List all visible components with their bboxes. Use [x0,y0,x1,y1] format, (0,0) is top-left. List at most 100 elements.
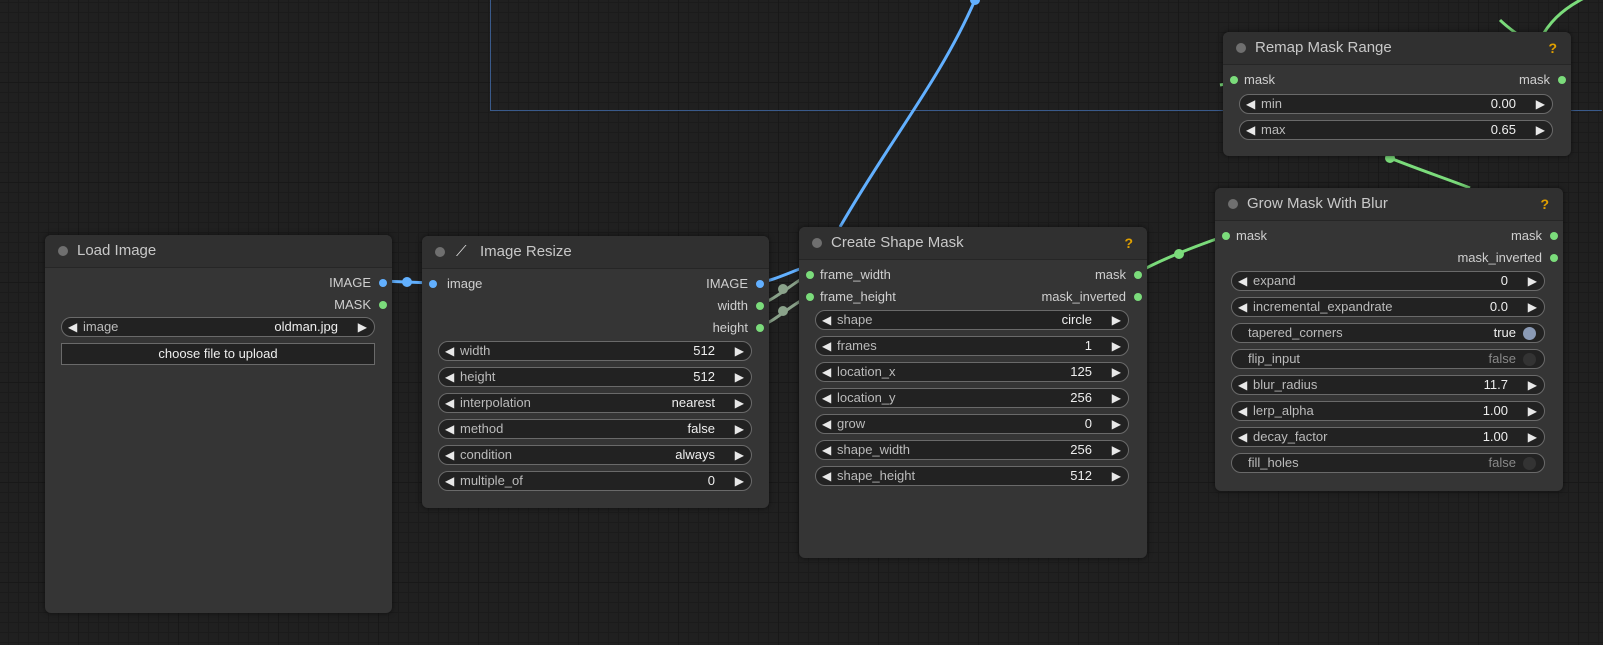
node-title-bar[interactable]: ⟋ Image Resize [422,236,769,269]
input-dot-icon[interactable] [429,280,437,288]
input-slot-mask[interactable]: mask [1230,72,1275,88]
input-slot-frame-width[interactable]: frame_width [806,267,891,283]
right-arrow-icon[interactable]: ▶ [735,446,744,464]
node-load-image[interactable]: Load Image IMAGE MASK ◀ image oldman.jpg… [45,235,392,613]
left-arrow-icon[interactable]: ◀ [822,337,831,355]
right-arrow-icon[interactable]: ▶ [1112,441,1121,459]
widget-condition[interactable]: ◀ condition always ▶ [438,445,752,465]
input-dot-icon[interactable] [806,293,814,301]
right-arrow-icon[interactable]: ▶ [1536,95,1545,113]
right-arrow-icon[interactable]: ▶ [1112,337,1121,355]
node-title-bar[interactable]: Remap Mask Range ? [1223,32,1571,65]
right-arrow-icon[interactable]: ▶ [735,394,744,412]
widget-grow[interactable]: ◀ grow 0 ▶ [815,414,1129,434]
right-arrow-icon[interactable]: ▶ [1528,402,1537,420]
toggle-knob-icon[interactable] [1523,457,1536,470]
input-slot-mask[interactable]: mask [1222,228,1267,244]
widget-location-x[interactable]: ◀ location_x 125 ▶ [815,362,1129,382]
right-arrow-icon[interactable]: ▶ [1112,467,1121,485]
output-dot-icon[interactable] [756,324,764,332]
toggle-flip-input[interactable]: flip_input false [1231,349,1545,369]
left-arrow-icon[interactable]: ◀ [822,363,831,381]
widget-shape-width[interactable]: ◀ shape_width 256 ▶ [815,440,1129,460]
right-arrow-icon[interactable]: ▶ [1528,298,1537,316]
node-title-bar[interactable]: Create Shape Mask ? [799,227,1147,260]
widget-frames[interactable]: ◀ frames 1 ▶ [815,336,1129,356]
toggle-knob-icon[interactable] [1523,327,1536,340]
output-dot-icon[interactable] [379,279,387,287]
toggle-tapered-corners[interactable]: tapered_corners true [1231,323,1545,343]
output-dot-icon[interactable] [1550,254,1558,262]
widget-method[interactable]: ◀ method false ▶ [438,419,752,439]
widget-min[interactable]: ◀ min 0.00 ▶ [1239,94,1553,114]
widget-interpolation[interactable]: ◀ interpolation nearest ▶ [438,393,752,413]
right-arrow-icon[interactable]: ▶ [735,342,744,360]
right-arrow-icon[interactable]: ▶ [1528,428,1537,446]
input-slot-image[interactable]: image [429,276,482,292]
right-arrow-icon[interactable]: ▶ [1528,272,1537,290]
widget-expand[interactable]: ◀ expand 0 ▶ [1231,271,1545,291]
output-slot-width[interactable]: width [718,298,764,314]
output-dot-icon[interactable] [379,301,387,309]
left-arrow-icon[interactable]: ◀ [1238,376,1247,394]
collapse-dot-icon[interactable] [1228,199,1238,209]
help-icon[interactable]: ? [1124,227,1133,259]
output-dot-icon[interactable] [1558,76,1566,84]
widget-incremental-expandrate[interactable]: ◀ incremental_expandrate 0.0 ▶ [1231,297,1545,317]
output-slot-mask[interactable]: MASK [334,297,387,313]
widget-blur-radius[interactable]: ◀ blur_radius 11.7 ▶ [1231,375,1545,395]
right-arrow-icon[interactable]: ▶ [1528,376,1537,394]
left-arrow-icon[interactable]: ◀ [445,394,454,412]
output-dot-icon[interactable] [756,280,764,288]
node-grow-mask-with-blur[interactable]: Grow Mask With Blur ? mask mask mask_inv… [1215,188,1563,491]
right-arrow-icon[interactable]: ▶ [1112,311,1121,329]
node-title-bar[interactable]: Load Image [45,235,392,268]
left-arrow-icon[interactable]: ◀ [445,472,454,490]
output-dot-icon[interactable] [756,302,764,310]
widget-max[interactable]: ◀ max 0.65 ▶ [1239,120,1553,140]
left-arrow-icon[interactable]: ◀ [68,318,77,336]
right-arrow-icon[interactable]: ▶ [735,472,744,490]
left-arrow-icon[interactable]: ◀ [1238,402,1247,420]
left-arrow-icon[interactable]: ◀ [822,389,831,407]
output-slot-height[interactable]: height [713,320,764,336]
right-arrow-icon[interactable]: ▶ [358,318,367,336]
right-arrow-icon[interactable]: ▶ [1112,389,1121,407]
right-arrow-icon[interactable]: ▶ [735,420,744,438]
collapse-dot-icon[interactable] [1236,43,1246,53]
node-remap-mask-range[interactable]: Remap Mask Range ? mask mask ◀ min 0.00 … [1223,32,1571,156]
output-dot-icon[interactable] [1550,232,1558,240]
left-arrow-icon[interactable]: ◀ [822,311,831,329]
left-arrow-icon[interactable]: ◀ [1238,298,1247,316]
output-slot-image[interactable]: IMAGE [329,275,387,291]
collapse-dot-icon[interactable] [812,238,822,248]
left-arrow-icon[interactable]: ◀ [822,467,831,485]
left-arrow-icon[interactable]: ◀ [1246,121,1255,139]
output-dot-icon[interactable] [1134,293,1142,301]
input-dot-icon[interactable] [1222,232,1230,240]
widget-shape-height[interactable]: ◀ shape_height 512 ▶ [815,466,1129,486]
output-slot-mask[interactable]: mask [1511,228,1558,244]
image-combo-widget[interactable]: ◀ image oldman.jpg ▶ [61,317,375,337]
right-arrow-icon[interactable]: ▶ [735,368,744,386]
left-arrow-icon[interactable]: ◀ [1238,428,1247,446]
right-arrow-icon[interactable]: ▶ [1112,415,1121,433]
toggle-fill-holes[interactable]: fill_holes false [1231,453,1545,473]
left-arrow-icon[interactable]: ◀ [822,415,831,433]
widget-height[interactable]: ◀ height 512 ▶ [438,367,752,387]
left-arrow-icon[interactable]: ◀ [445,446,454,464]
widget-decay-factor[interactable]: ◀ decay_factor 1.00 ▶ [1231,427,1545,447]
output-slot-mask[interactable]: mask [1519,72,1566,88]
help-icon[interactable]: ? [1540,188,1549,220]
output-slot-mask[interactable]: mask [1095,267,1142,283]
widget-location-y[interactable]: ◀ location_y 256 ▶ [815,388,1129,408]
right-arrow-icon[interactable]: ▶ [1536,121,1545,139]
widget-multiple-of[interactable]: ◀ multiple_of 0 ▶ [438,471,752,491]
widget-shape[interactable]: ◀ shape circle ▶ [815,310,1129,330]
left-arrow-icon[interactable]: ◀ [1246,95,1255,113]
widget-lerp-alpha[interactable]: ◀ lerp_alpha 1.00 ▶ [1231,401,1545,421]
collapse-dot-icon[interactable] [435,247,445,257]
collapse-dot-icon[interactable] [58,246,68,256]
output-dot-icon[interactable] [1134,271,1142,279]
input-dot-icon[interactable] [806,271,814,279]
